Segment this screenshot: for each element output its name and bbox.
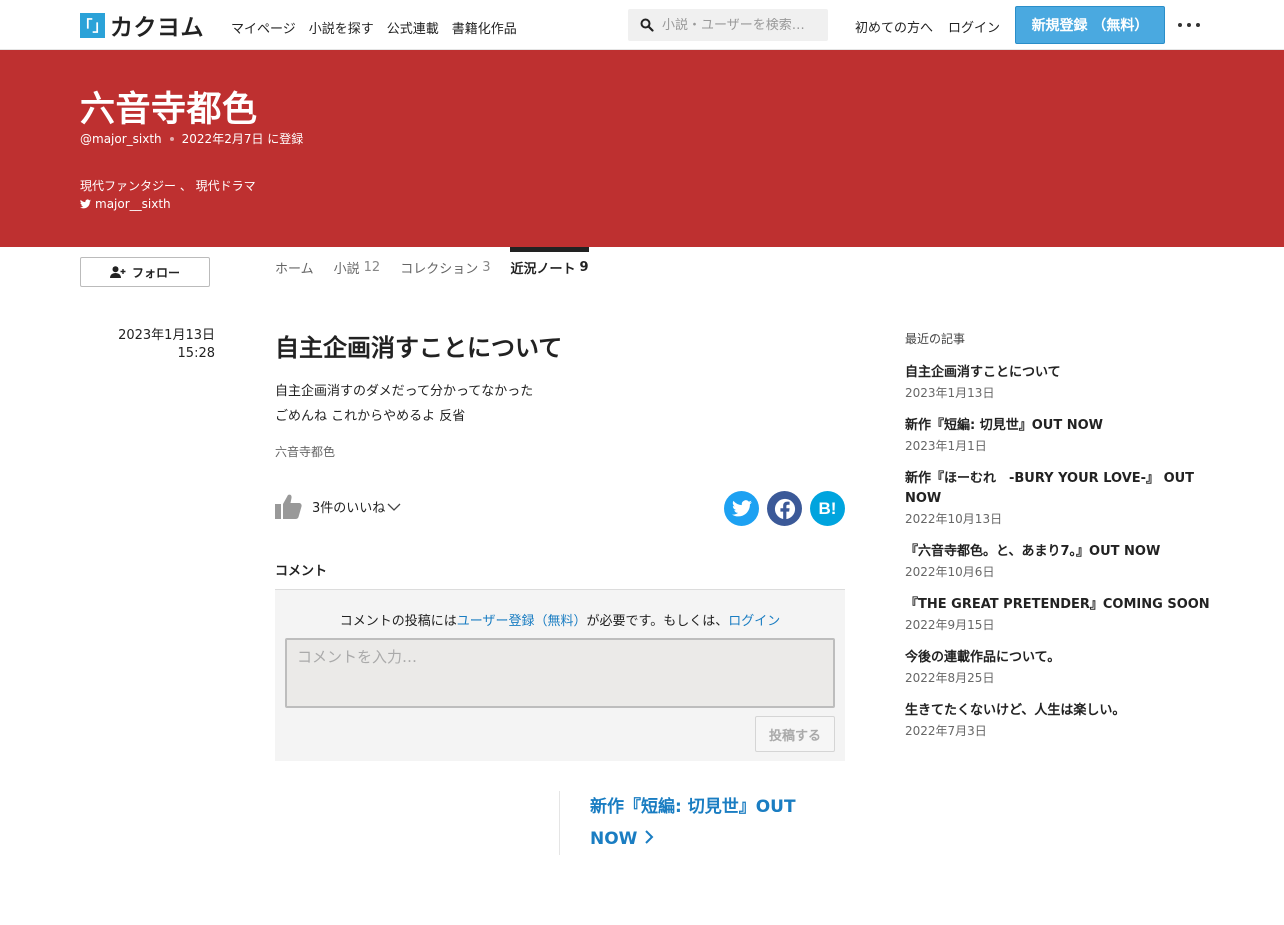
search-icon[interactable] xyxy=(640,18,654,32)
comment-input[interactable] xyxy=(285,638,835,708)
thumbs-up-icon xyxy=(275,494,302,519)
twitter-handle-text: major__sixth xyxy=(95,197,171,211)
twitter-bird-icon xyxy=(80,199,91,209)
comment-submit-button[interactable]: 投稿する xyxy=(755,716,835,752)
twitter-share-button[interactable] xyxy=(724,491,759,526)
user-plus-icon xyxy=(109,266,126,278)
main-nav: マイページ 小説を探す 公式連載 書籍化作品 xyxy=(231,18,517,37)
logo-text: カクヨム xyxy=(110,14,204,41)
site-logo[interactable]: 「」 カクヨム xyxy=(78,12,204,41)
follow-button-label: フォロー xyxy=(131,265,180,280)
twitter-icon xyxy=(731,500,752,517)
post-body-line: ごめんね これからやめるよ 反省 xyxy=(275,409,466,424)
recent-post-date: 2023年1月1日 xyxy=(905,439,987,453)
like-count: 3件のいいね xyxy=(312,501,386,516)
search-input[interactable] xyxy=(662,17,827,33)
recent-post-title: 『六音寺都色。と、あまり7。』OUT NOW xyxy=(905,544,1161,559)
recent-post-title: 自主企画消すことについて xyxy=(905,365,1061,380)
comment-note-middle: が必要です。もしくは、 xyxy=(586,614,729,629)
login-link[interactable]: ログイン xyxy=(948,17,1000,36)
comment-note-prefix: コメントの投稿には xyxy=(339,614,457,629)
tab-novels-count: 12 xyxy=(363,259,381,275)
recent-post-date: 2022年9月15日 xyxy=(905,618,995,632)
top-navigation-bar: 「」 カクヨム マイページ 小説を探す 公式連載 書籍化作品 初めての方へ ログ… xyxy=(0,0,1284,50)
facebook-share-button[interactable] xyxy=(767,491,802,526)
facebook-icon xyxy=(774,498,795,520)
comment-login-link[interactable]: ログイン xyxy=(728,614,780,629)
recent-post-title: 『THE GREAT PRETENDER』COMING SOON xyxy=(905,597,1210,612)
nav-find-novels[interactable]: 小説を探す xyxy=(309,18,374,37)
tab-collections[interactable]: コレクション 3 xyxy=(400,247,490,287)
search-box xyxy=(628,9,828,41)
recent-post-item[interactable]: 『THE GREAT PRETENDER』COMING SOON 2022年9月… xyxy=(905,595,1215,634)
tab-news-notes-label: 近況ノート xyxy=(510,261,576,277)
tab-novels-label: 小説 xyxy=(333,261,360,277)
like-button[interactable]: 3件のいいね xyxy=(275,494,401,519)
post-title: 自主企画消すことについて xyxy=(275,334,563,362)
post-time: 15:28 xyxy=(177,346,215,361)
tab-home-label: ホーム xyxy=(275,261,314,277)
post-datetime: 2023年1月13日 15:28 xyxy=(80,327,215,363)
recent-post-title: 新作『ほーむれ -BURY YOUR LOVE-』 OUT NOW xyxy=(905,471,1195,506)
logo-mark-icon: 「」 xyxy=(78,12,108,38)
recent-post-date: 2022年8月25日 xyxy=(905,671,995,685)
post-body-line: 自主企画消すのダメだって分かってなかった xyxy=(275,384,534,399)
tab-novels[interactable]: 小説 12 xyxy=(334,247,381,287)
recent-post-date: 2023年1月13日 xyxy=(905,386,995,400)
nav-published-books[interactable]: 書籍化作品 xyxy=(452,18,517,37)
beginner-guide-link[interactable]: 初めての方へ xyxy=(855,17,933,36)
recent-post-item[interactable]: 新作『ほーむれ -BURY YOUR LOVE-』 OUT NOW 2022年1… xyxy=(905,469,1215,528)
recent-post-date: 2022年10月6日 xyxy=(905,565,995,579)
recent-post-item[interactable]: 生きてたくないけど、人生は楽しい。 2022年7月3日 xyxy=(905,701,1215,740)
tab-news-notes[interactable]: 近況ノート 9 xyxy=(510,247,589,287)
nav-official-series[interactable]: 公式連載 xyxy=(387,18,439,37)
comment-form: コメントの投稿にはユーザー登録（無料）が必要です。もしくは、ログイン 投稿する xyxy=(275,589,845,761)
signup-button[interactable]: 新規登録 （無料） xyxy=(1015,6,1165,44)
recent-post-date: 2022年10月13日 xyxy=(905,512,1003,526)
recent-post-item[interactable]: 今後の連載作品について。 2022年8月25日 xyxy=(905,648,1215,687)
comment-signup-link[interactable]: ユーザー登録（無料） xyxy=(457,614,587,629)
registration-date: 2022年2月7日 に登録 xyxy=(181,132,304,146)
recent-post-item[interactable]: 新作『短編: 切見世』OUT NOW 2023年1月1日 xyxy=(905,416,1215,455)
recent-posts-heading: 最近の記事 xyxy=(905,332,966,346)
recent-post-item[interactable]: 自主企画消すことについて 2023年1月13日 xyxy=(905,363,1215,402)
comments-heading: コメント xyxy=(275,564,328,579)
author-genres: 現代ファンタジー 、 現代ドラマ xyxy=(80,179,256,193)
share-buttons: B! xyxy=(724,491,845,526)
twitter-profile-link[interactable]: major__sixth xyxy=(80,197,171,211)
recent-post-item[interactable]: 『六音寺都色。と、あまり7。』OUT NOW 2022年10月6日 xyxy=(905,542,1215,581)
tab-home[interactable]: ホーム xyxy=(275,247,314,287)
post-author[interactable]: 六音寺都色 xyxy=(275,443,335,460)
recent-post-date: 2022年7月3日 xyxy=(905,724,987,738)
author-meta: @major_sixth 2022年2月7日 に登録 xyxy=(80,130,303,147)
divider xyxy=(559,791,560,855)
tab-collections-label: コレクション xyxy=(400,261,479,277)
recent-post-title: 新作『短編: 切見世』OUT NOW xyxy=(905,418,1103,433)
recent-posts-list: 自主企画消すことについて 2023年1月13日 新作『短編: 切見世』OUT N… xyxy=(905,363,1215,754)
author-name[interactable]: 六音寺都色 xyxy=(80,81,258,132)
chevron-right-icon xyxy=(645,830,654,844)
post-body: 自主企画消すのダメだって分かってなかった ごめんね これからやめるよ 反省 xyxy=(275,379,533,429)
separator-dot-icon xyxy=(169,136,174,141)
author-handle: @major_sixth xyxy=(80,131,162,146)
more-menu-icon[interactable] xyxy=(1178,15,1200,35)
comment-login-notice: コメントの投稿にはユーザー登録（無料）が必要です。もしくは、ログイン xyxy=(275,610,845,629)
profile-banner: 六音寺都色 @major_sixth 2022年2月7日 に登録 現代ファンタジ… xyxy=(0,50,1284,247)
profile-tabs: ホーム 小説 12 コレクション 3 近況ノート 9 xyxy=(275,247,609,287)
post-date: 2023年1月13日 xyxy=(118,328,215,343)
recent-post-title: 今後の連載作品について。 xyxy=(905,650,1061,665)
nav-mypage[interactable]: マイページ xyxy=(231,18,296,37)
hatena-bookmark-icon[interactable]: B! xyxy=(810,491,845,526)
chevron-down-icon xyxy=(387,503,401,511)
hatena-label: B! xyxy=(818,498,837,518)
tab-news-notes-count: 9 xyxy=(579,259,589,275)
next-post-title: 新作『短編: 切見世』OUT NOW xyxy=(590,797,796,849)
follow-button[interactable]: フォロー xyxy=(80,257,210,287)
next-post-link[interactable]: 新作『短編: 切見世』OUT NOW xyxy=(590,791,830,855)
tab-collections-count: 3 xyxy=(482,259,491,275)
recent-post-title: 生きてたくないけど、人生は楽しい。 xyxy=(905,703,1126,718)
